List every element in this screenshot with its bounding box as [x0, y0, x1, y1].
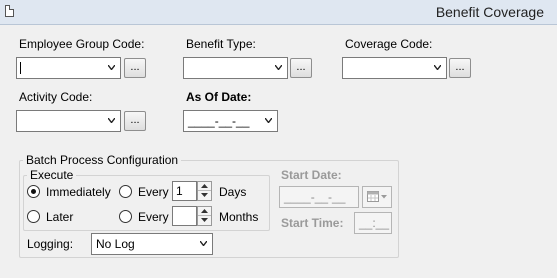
- later-radio[interactable]: [27, 210, 40, 223]
- chevron-down-icon: [108, 118, 115, 125]
- start-date-label: Start Date:: [281, 168, 342, 182]
- employee-group-code-select[interactable]: [16, 57, 121, 79]
- window-title: Benefit Coverage: [435, 4, 544, 20]
- chevron-down-icon: [275, 65, 282, 72]
- immediately-radio[interactable]: [27, 185, 40, 198]
- activity-code-label: Activity Code:: [19, 90, 93, 104]
- calendar-button[interactable]: [362, 186, 392, 208]
- every-days-radio[interactable]: [119, 185, 132, 198]
- months-label: Months: [219, 210, 259, 224]
- spin-down-icon[interactable]: [198, 191, 211, 200]
- as-of-date-label: As Of Date:: [186, 90, 252, 104]
- batch-process-legend: Batch Process Configuration: [23, 153, 182, 167]
- activity-code-select[interactable]: [16, 110, 121, 132]
- days-label: Days: [219, 185, 247, 199]
- every-days-input[interactable]: 1: [172, 181, 197, 201]
- employee-group-code-label: Employee Group Code:: [19, 37, 145, 51]
- spin-down-icon[interactable]: [198, 216, 211, 225]
- coverage-code-label: Coverage Code:: [345, 37, 433, 51]
- employee-group-code-lookup-button[interactable]: ...: [124, 58, 146, 78]
- calendar-icon: [367, 191, 387, 206]
- immediately-label: Immediately: [46, 185, 111, 199]
- activity-code-lookup-button[interactable]: ...: [124, 111, 146, 131]
- start-date-input[interactable]: ____-__-__: [279, 186, 359, 208]
- chevron-down-icon: [200, 241, 207, 248]
- every-months-spinner[interactable]: [197, 206, 212, 226]
- title-bar: Benefit Coverage: [0, 0, 557, 25]
- later-label: Later: [46, 210, 74, 224]
- benefit-type-select[interactable]: [183, 57, 288, 79]
- spin-up-icon[interactable]: [198, 182, 211, 191]
- as-of-date-picker[interactable]: ____-__-__: [183, 110, 278, 132]
- coverage-code-lookup-button[interactable]: ...: [449, 58, 471, 78]
- chevron-down-icon: [265, 118, 272, 125]
- benefit-type-lookup-button[interactable]: ...: [290, 58, 312, 78]
- spin-up-icon[interactable]: [198, 207, 211, 216]
- every-days-spinner[interactable]: [197, 181, 212, 201]
- document-icon: [5, 5, 14, 17]
- execute-legend: Execute: [27, 168, 77, 182]
- start-time-input[interactable]: __:__: [354, 212, 392, 234]
- every-months-input[interactable]: [172, 206, 197, 226]
- every-days-label: Every: [138, 185, 169, 199]
- chevron-down-icon: [108, 65, 115, 72]
- logging-select[interactable]: No Log: [91, 233, 213, 255]
- every-months-radio[interactable]: [119, 210, 132, 223]
- start-time-label: Start Time:: [281, 216, 344, 230]
- benefit-type-label: Benefit Type:: [186, 37, 256, 51]
- every-months-label: Every: [138, 210, 169, 224]
- logging-label: Logging:: [27, 237, 74, 251]
- chevron-down-icon: [434, 65, 441, 72]
- coverage-code-select[interactable]: [342, 57, 447, 79]
